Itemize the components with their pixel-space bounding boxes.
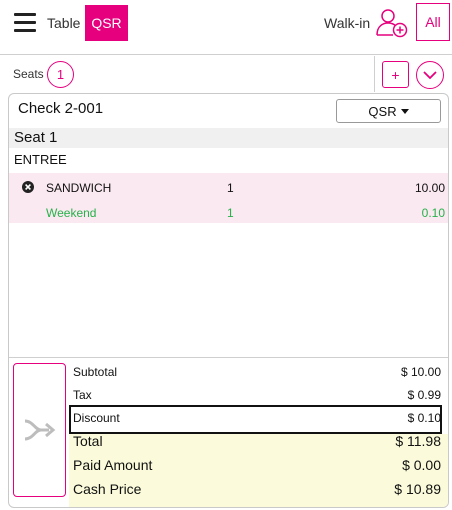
caret-down-icon xyxy=(400,108,409,114)
seats-divider xyxy=(374,56,375,92)
order-mode-value: QSR xyxy=(368,103,397,119)
seat-header xyxy=(9,128,448,148)
header-divider xyxy=(0,54,452,55)
tab-table[interactable]: Table xyxy=(47,15,80,31)
subtotal-value: $ 10.00 xyxy=(400,365,441,379)
chevron-down-icon xyxy=(423,71,437,80)
course-label: ENTREE xyxy=(14,152,67,167)
item-qty: 1 xyxy=(227,181,234,195)
item-name: SANDWICH xyxy=(46,181,112,195)
check-panel: Check 2-001 QSR Seat 1 ENTREE SANDWICH 1… xyxy=(8,93,449,508)
merge-arrows-icon xyxy=(24,419,55,441)
subtotal-label: Subtotal xyxy=(73,365,118,379)
add-seat-button[interactable]: + xyxy=(382,61,409,88)
seat-selector[interactable]: 1 xyxy=(47,61,74,88)
split-check-button[interactable] xyxy=(13,363,66,497)
remove-item-icon[interactable] xyxy=(22,181,34,193)
totals-divider xyxy=(9,357,448,358)
order-mode-select[interactable]: QSR xyxy=(336,99,441,123)
modifier-price: 0.10 xyxy=(421,206,445,220)
modifier-qty: 1 xyxy=(227,206,234,220)
item-price: 10.00 xyxy=(414,181,445,195)
menu-icon[interactable] xyxy=(14,12,36,32)
seat-label[interactable]: Seat 1 xyxy=(14,129,57,146)
modifier-name: Weekend xyxy=(46,206,97,220)
cash-price-value: $ 10.89 xyxy=(394,481,441,497)
seats-label: Seats xyxy=(13,67,44,81)
total-value: $ 11.98 xyxy=(395,433,441,449)
check-title: Check 2-001 xyxy=(18,100,104,117)
paid-value: $ 0.00 xyxy=(402,457,441,473)
walk-in-label[interactable]: Walk-in xyxy=(324,15,370,31)
modifier-row[interactable]: Weekend 1 0.10 xyxy=(9,202,448,222)
all-button[interactable]: All xyxy=(416,3,450,41)
paid-label: Paid Amount xyxy=(73,457,153,473)
expand-button[interactable] xyxy=(416,61,444,89)
top-bar: Table QSR Walk-in All xyxy=(0,0,452,46)
order-item-row[interactable]: SANDWICH 1 10.00 xyxy=(9,177,448,197)
cash-price-label: Cash Price xyxy=(73,481,142,497)
tab-qsr[interactable]: QSR xyxy=(85,5,128,41)
discount-highlight xyxy=(69,405,442,434)
tax-value: $ 0.99 xyxy=(407,388,441,402)
tax-label: Tax xyxy=(73,388,92,402)
total-label: Total xyxy=(73,433,103,449)
add-guest-icon[interactable] xyxy=(376,8,408,38)
